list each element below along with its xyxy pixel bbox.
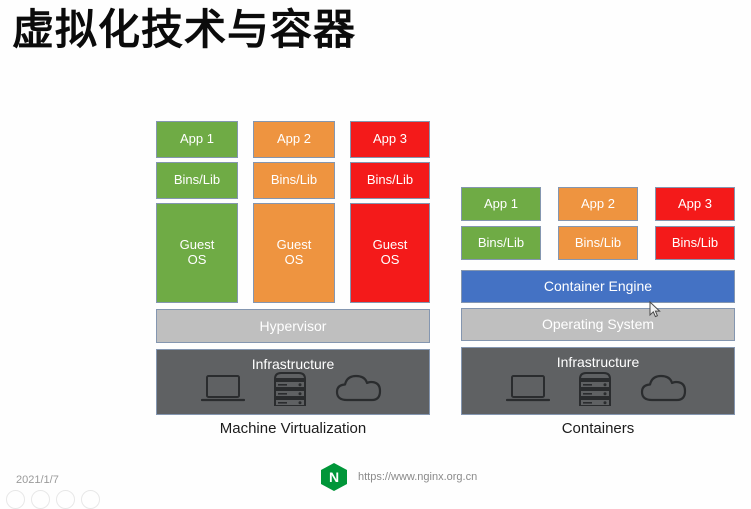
container-infrastructure-icons: [462, 366, 734, 410]
server-rack-icon: [271, 370, 309, 406]
vm-bins-1-label: Bins/Lib: [173, 172, 221, 188]
container-bins-2-label: Bins/Lib: [574, 234, 622, 250]
vm-infrastructure-box[interactable]: Infrastructure: [156, 349, 430, 415]
vm-app-2-box[interactable]: App 2: [253, 121, 335, 158]
cloud-icon: [640, 373, 690, 403]
container-app-2-box[interactable]: App 2: [558, 187, 638, 221]
server-rack-icon: [576, 370, 614, 406]
vm-infrastructure-icons: [157, 366, 429, 410]
container-infrastructure-box[interactable]: Infrastructure: [461, 347, 735, 415]
vm-bins-3-label: Bins/Lib: [366, 172, 414, 188]
footer-url[interactable]: https://www.nginx.org.cn: [358, 471, 477, 483]
vm-bins-2-box[interactable]: Bins/Lib: [253, 162, 335, 199]
vm-guest-os-1-box[interactable]: Guest OS: [156, 203, 238, 303]
vm-bins-3-box[interactable]: Bins/Lib: [350, 162, 430, 199]
container-app-1-label: App 1: [484, 195, 518, 211]
vm-guest-os-1-label-line2: OS: [187, 252, 207, 267]
container-engine-box[interactable]: Container Engine: [461, 270, 735, 303]
vm-guest-os-3-label-line2: OS: [380, 252, 400, 267]
machine-virtualization-caption: Machine Virtualization: [219, 420, 367, 437]
footer-brand: N https://www.nginx.org.cn: [320, 462, 477, 492]
container-bins-3-box[interactable]: Bins/Lib: [655, 226, 735, 260]
vm-guest-os-3-label-line1: Guest: [372, 237, 408, 253]
vm-guest-os-3-box[interactable]: Guest OS: [350, 203, 430, 303]
container-engine-label: Container Engine: [543, 278, 653, 295]
container-app-3-box[interactable]: App 3: [655, 187, 735, 221]
vm-guest-os-2-label-line2: OS: [284, 252, 304, 267]
operating-system-label: Operating System: [541, 316, 655, 333]
container-app-2-label: App 2: [581, 195, 615, 211]
container-app-1-box[interactable]: App 1: [461, 187, 541, 221]
vm-app-3-label: App 3: [373, 131, 407, 147]
footer-date: 2021/1/7: [16, 474, 59, 486]
vm-app-1-label: App 1: [180, 131, 214, 147]
container-bins-1-label: Bins/Lib: [477, 234, 525, 250]
operating-system-box[interactable]: Operating System: [461, 308, 735, 341]
vm-guest-os-1-label-line1: Guest: [179, 237, 215, 253]
vm-bins-1-box[interactable]: Bins/Lib: [156, 162, 238, 199]
vm-app-1-box[interactable]: App 1: [156, 121, 238, 158]
hypervisor-label: Hypervisor: [259, 317, 327, 334]
container-bins-2-box[interactable]: Bins/Lib: [558, 226, 638, 260]
containers-caption: Containers: [561, 420, 635, 437]
container-app-3-label: App 3: [678, 195, 712, 211]
container-bins-3-label: Bins/Lib: [671, 234, 719, 250]
vm-app-3-box[interactable]: App 3: [350, 121, 430, 158]
vm-guest-os-2-label-line1: Guest: [276, 237, 312, 253]
hypervisor-box[interactable]: Hypervisor: [156, 309, 430, 343]
nginx-logo-letter: N: [328, 469, 340, 485]
laptop-icon: [506, 373, 550, 403]
vm-app-2-label: App 2: [277, 131, 311, 147]
laptop-icon: [201, 373, 245, 403]
vm-guest-os-2-box[interactable]: Guest OS: [253, 203, 335, 303]
nginx-logo: N: [320, 462, 348, 492]
container-bins-1-box[interactable]: Bins/Lib: [461, 226, 541, 260]
cloud-icon: [335, 373, 385, 403]
page-title: 虚拟化技术与容器: [12, 6, 357, 53]
vm-bins-2-label: Bins/Lib: [270, 172, 318, 188]
